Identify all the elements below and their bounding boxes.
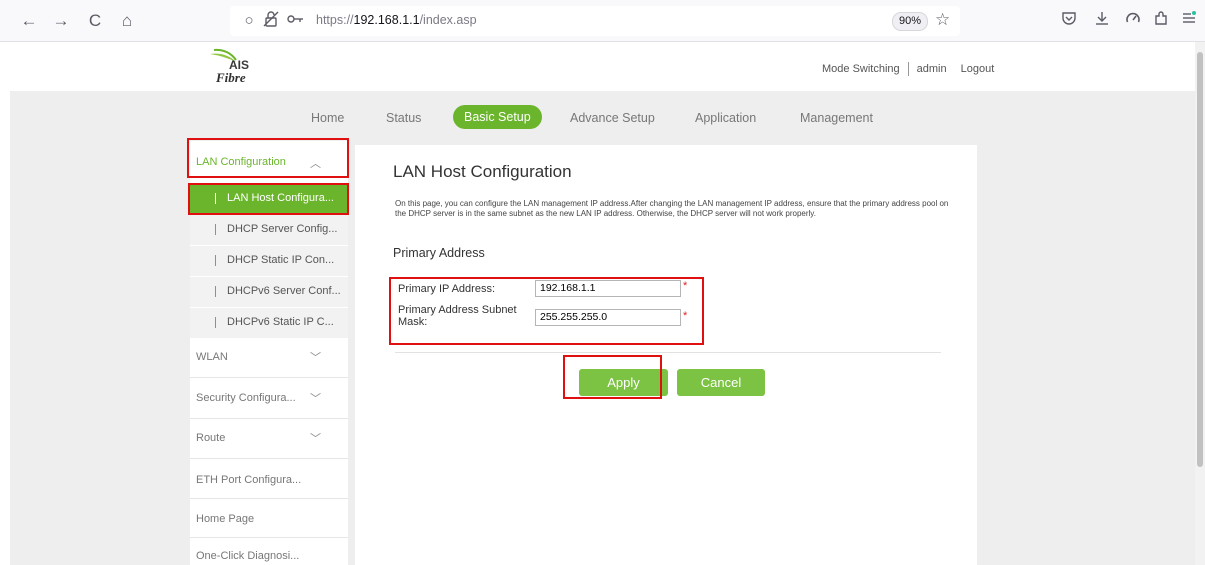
- scrollbar-thumb[interactable]: [1197, 52, 1203, 467]
- chevron-up-icon: ︿: [310, 158, 321, 170]
- home-icon[interactable]: ⌂: [116, 10, 138, 32]
- url-text[interactable]: https://192.168.1.1/index.asp: [316, 13, 477, 27]
- pocket-icon[interactable]: [1058, 10, 1080, 32]
- divider: [907, 62, 909, 76]
- sidebar-subitem-dhcp-server-config[interactable]: DHCP Server Config...: [190, 215, 348, 245]
- tab-application[interactable]: Application: [695, 111, 756, 125]
- required-mark: *: [683, 310, 688, 322]
- sidebar-subitem-dhcpv6-server[interactable]: DHCPv6 Server Conf...: [190, 277, 348, 307]
- permissions-key-icon[interactable]: [286, 10, 304, 32]
- top-navigation: Home Status Basic Setup Advance Setup Ap…: [10, 105, 1195, 133]
- sidebar-item-security-configuration[interactable]: Security Configura... ﹀: [190, 378, 348, 419]
- divider: [395, 352, 941, 353]
- sidebar-item-home-page[interactable]: Home Page: [190, 499, 348, 538]
- speed-dial-icon[interactable]: [1122, 10, 1144, 32]
- section-title: Primary Address: [393, 246, 485, 260]
- browser-toolbar: ← → C ⌂ ○ https://192.168.1.1/index.asp …: [0, 0, 1205, 42]
- subnet-mask-input[interactable]: 255.255.255.0: [535, 309, 681, 326]
- chevron-down-icon: ﹀: [310, 393, 321, 405]
- required-mark: *: [683, 280, 688, 292]
- primary-ip-input[interactable]: 192.168.1.1: [535, 280, 681, 297]
- sidebar-subitem-dhcp-static-ip[interactable]: DHCP Static IP Con...: [190, 246, 348, 276]
- sidebar-item-wlan[interactable]: WLAN ﹀: [190, 338, 348, 378]
- apply-button[interactable]: Apply: [579, 369, 668, 396]
- sidebar-item-route[interactable]: Route ﹀: [190, 419, 348, 459]
- zoom-level-badge[interactable]: 90%: [892, 12, 929, 31]
- logout-link[interactable]: Logout: [961, 63, 995, 75]
- forward-icon[interactable]: →: [50, 10, 72, 32]
- primary-ip-label: Primary IP Address:: [398, 283, 495, 295]
- tab-management[interactable]: Management: [800, 111, 873, 125]
- sidebar: LAN Configuration ︿ LAN Host Configura..…: [190, 141, 348, 565]
- sidebar-subitem-dhcpv6-static-ip[interactable]: DHCPv6 Static IP C...: [190, 308, 348, 338]
- bookmark-star-icon[interactable]: ☆: [935, 10, 950, 30]
- admin-user-link[interactable]: admin: [917, 63, 947, 75]
- sidebar-item-eth-port-configuration[interactable]: ETH Port Configura...: [190, 459, 348, 499]
- sidebar-item-one-click-diagnosis[interactable]: One-Click Diagnosi...: [190, 538, 348, 565]
- chevron-down-icon: ﹀: [310, 433, 321, 445]
- tab-home[interactable]: Home: [311, 111, 344, 125]
- web-page: AIS Fibre Mode Switching admin Logout Home…: [0, 42, 1205, 565]
- page-description: On this page, you can configure the LAN …: [395, 199, 949, 218]
- tab-basic-setup[interactable]: Basic Setup: [453, 105, 542, 129]
- cancel-button[interactable]: Cancel: [677, 369, 765, 396]
- main-area: Home Status Basic Setup Advance Setup Ap…: [10, 91, 1195, 565]
- mode-switching-link[interactable]: Mode Switching: [822, 63, 900, 75]
- subnet-mask-label: Primary Address Subnet Mask:: [398, 304, 517, 328]
- tracking-shield-icon[interactable]: ○: [240, 10, 258, 32]
- back-icon[interactable]: ←: [18, 10, 40, 32]
- ais-fibre-logo: AIS Fibre: [206, 48, 276, 86]
- page-title: LAN Host Configuration: [393, 162, 572, 181]
- address-bar[interactable]: ○ https://192.168.1.1/index.asp 90% ☆: [230, 6, 960, 36]
- sidebar-item-lan-configuration[interactable]: LAN Configuration ︿: [190, 141, 348, 184]
- router-header: AIS Fibre Mode Switching admin Logout: [10, 42, 1195, 91]
- menu-icon[interactable]: [1178, 10, 1200, 32]
- insecure-lock-icon[interactable]: [262, 10, 280, 32]
- tab-status[interactable]: Status: [386, 111, 421, 125]
- chevron-down-icon: ﹀: [310, 352, 321, 364]
- header-links: Mode Switching admin Logout: [822, 62, 994, 76]
- tab-advance-setup[interactable]: Advance Setup: [570, 111, 655, 125]
- downloads-icon[interactable]: [1091, 10, 1113, 32]
- extensions-icon[interactable]: [1150, 10, 1172, 32]
- sidebar-subitem-lan-host-configuration[interactable]: LAN Host Configura...: [190, 184, 348, 214]
- content-panel: LAN Host Configuration On this page, you…: [355, 145, 977, 565]
- reload-icon[interactable]: C: [84, 10, 106, 32]
